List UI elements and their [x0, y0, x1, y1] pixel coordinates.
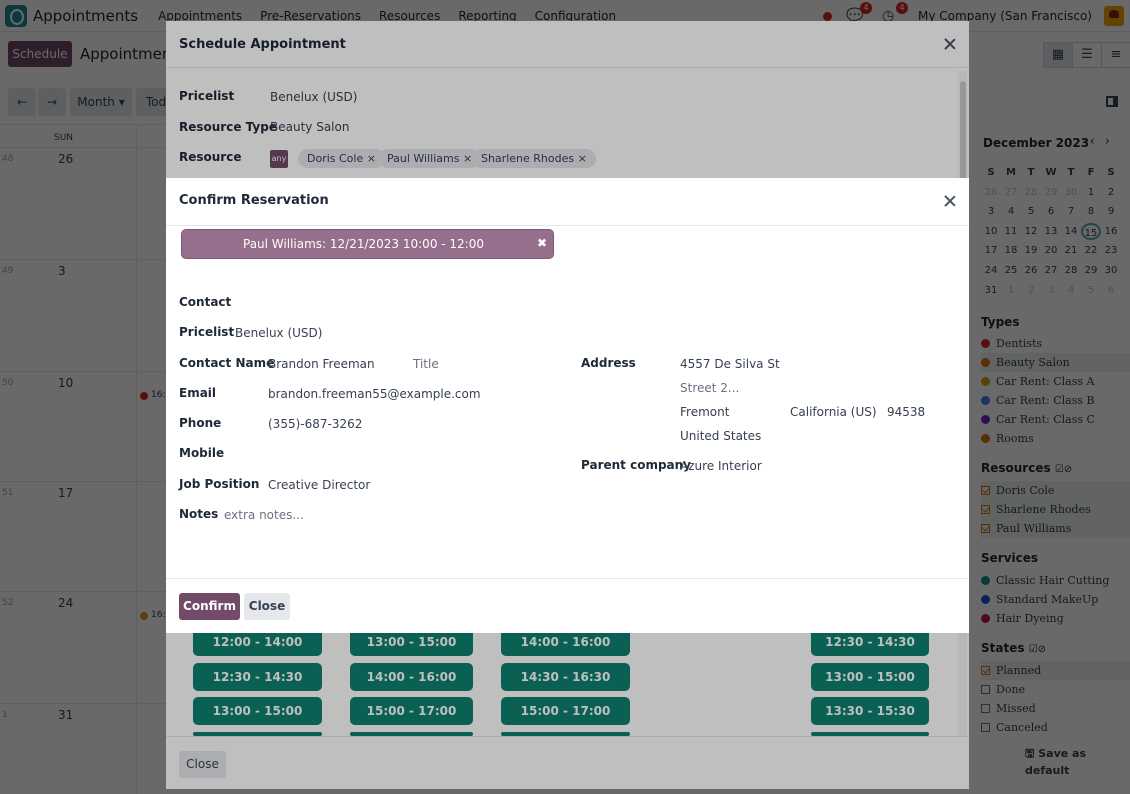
country-field[interactable]: United States: [680, 429, 761, 443]
zip-field[interactable]: 94538: [887, 405, 925, 419]
email-field[interactable]: brandon.freeman55@example.com: [268, 387, 481, 401]
close-icon[interactable]: [944, 195, 956, 207]
confirm-button[interactable]: Confirm: [179, 593, 240, 620]
email-label: Email: [179, 386, 217, 400]
contact-name-field[interactable]: Brandon Freeman: [268, 357, 375, 371]
reservation-chip: Paul Williams: 12/21/2023 10:00 - 12:00 …: [181, 229, 554, 259]
pricelist-field[interactable]: Benelux (USD): [235, 326, 322, 340]
address-label: Address: [581, 356, 636, 370]
street2-field[interactable]: Street 2...: [680, 381, 739, 395]
parent-company-label: Parent company: [581, 458, 691, 472]
modal-footer: Confirm Close: [166, 578, 969, 633]
remove-reservation-icon[interactable]: ✖: [537, 230, 547, 256]
street-field[interactable]: 4557 De Silva St: [680, 357, 780, 371]
modal-header: Confirm Reservation: [166, 178, 969, 226]
phone-label: Phone: [179, 416, 222, 430]
state-field[interactable]: California (US): [790, 405, 877, 419]
job-position-label: Job Position: [179, 477, 260, 491]
pricelist-label: Pricelist: [179, 325, 235, 339]
notes-field[interactable]: extra notes...: [224, 508, 304, 522]
notes-label: Notes: [179, 507, 219, 521]
close-button[interactable]: Close: [244, 593, 290, 620]
mobile-field[interactable]: [268, 446, 468, 462]
modal-title: Confirm Reservation: [179, 193, 329, 208]
job-position-field[interactable]: Creative Director: [268, 478, 370, 492]
parent-company-field[interactable]: Azure Interior: [680, 459, 762, 473]
contact-name-label: Contact Name: [179, 356, 275, 370]
mobile-label: Mobile: [179, 446, 225, 460]
city-field[interactable]: Fremont: [680, 405, 729, 419]
reservation-text: Paul Williams: 12/21/2023 10:00 - 12:00: [243, 237, 484, 251]
contact-label: Contact: [179, 295, 232, 309]
confirm-reservation-modal: Confirm Reservation Paul Williams: 12/21…: [166, 178, 969, 633]
phone-field[interactable]: (355)-687-3262: [268, 417, 362, 431]
title-field[interactable]: Title: [413, 357, 439, 371]
